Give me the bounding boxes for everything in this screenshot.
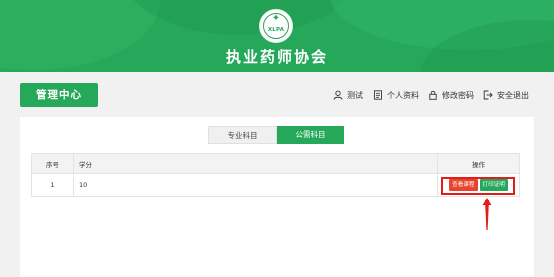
site-logo: ✦ XLPA [259,9,293,43]
lock-icon [429,90,437,100]
logout-icon [483,90,493,100]
table-header-row: 序号 学分 操作 [31,153,520,174]
document-icon [374,90,382,100]
management-center-tab[interactable]: 管理中心 [20,83,98,107]
menu-label: 个人资料 [387,90,419,100]
menu-profile[interactable]: 个人资料 [373,88,419,102]
site-title: 执业药师协会 [225,48,328,66]
tab-professional-subjects[interactable]: 专业科目 [208,126,277,144]
subject-tabs: 专业科目 公需科目 [208,126,344,144]
menu-change-password[interactable]: 修改密码 [428,88,474,102]
logo-star-icon: ✦ [271,13,281,24]
user-icon [333,90,343,100]
menu-label: 修改密码 [442,90,474,100]
logo-text: XLPA [267,27,285,33]
menu-label: 安全退出 [497,90,529,100]
menu-user-test[interactable]: 测试 [333,88,363,102]
column-header-credits: 学分 [73,153,438,174]
annotation-arrow-icon [482,198,492,230]
menu-logout[interactable]: 安全退出 [483,88,529,102]
column-header-index: 序号 [31,153,74,174]
column-header-actions: 操作 [437,153,520,174]
actions-highlight-box [441,177,515,195]
cell-index: 1 [31,173,74,197]
header-banner: ✦ XLPA 执业药师协会 [0,0,554,72]
tab-public-subjects[interactable]: 公需科目 [277,126,344,144]
menu-label: 测试 [347,90,363,100]
cell-credits: 10 [73,173,438,197]
